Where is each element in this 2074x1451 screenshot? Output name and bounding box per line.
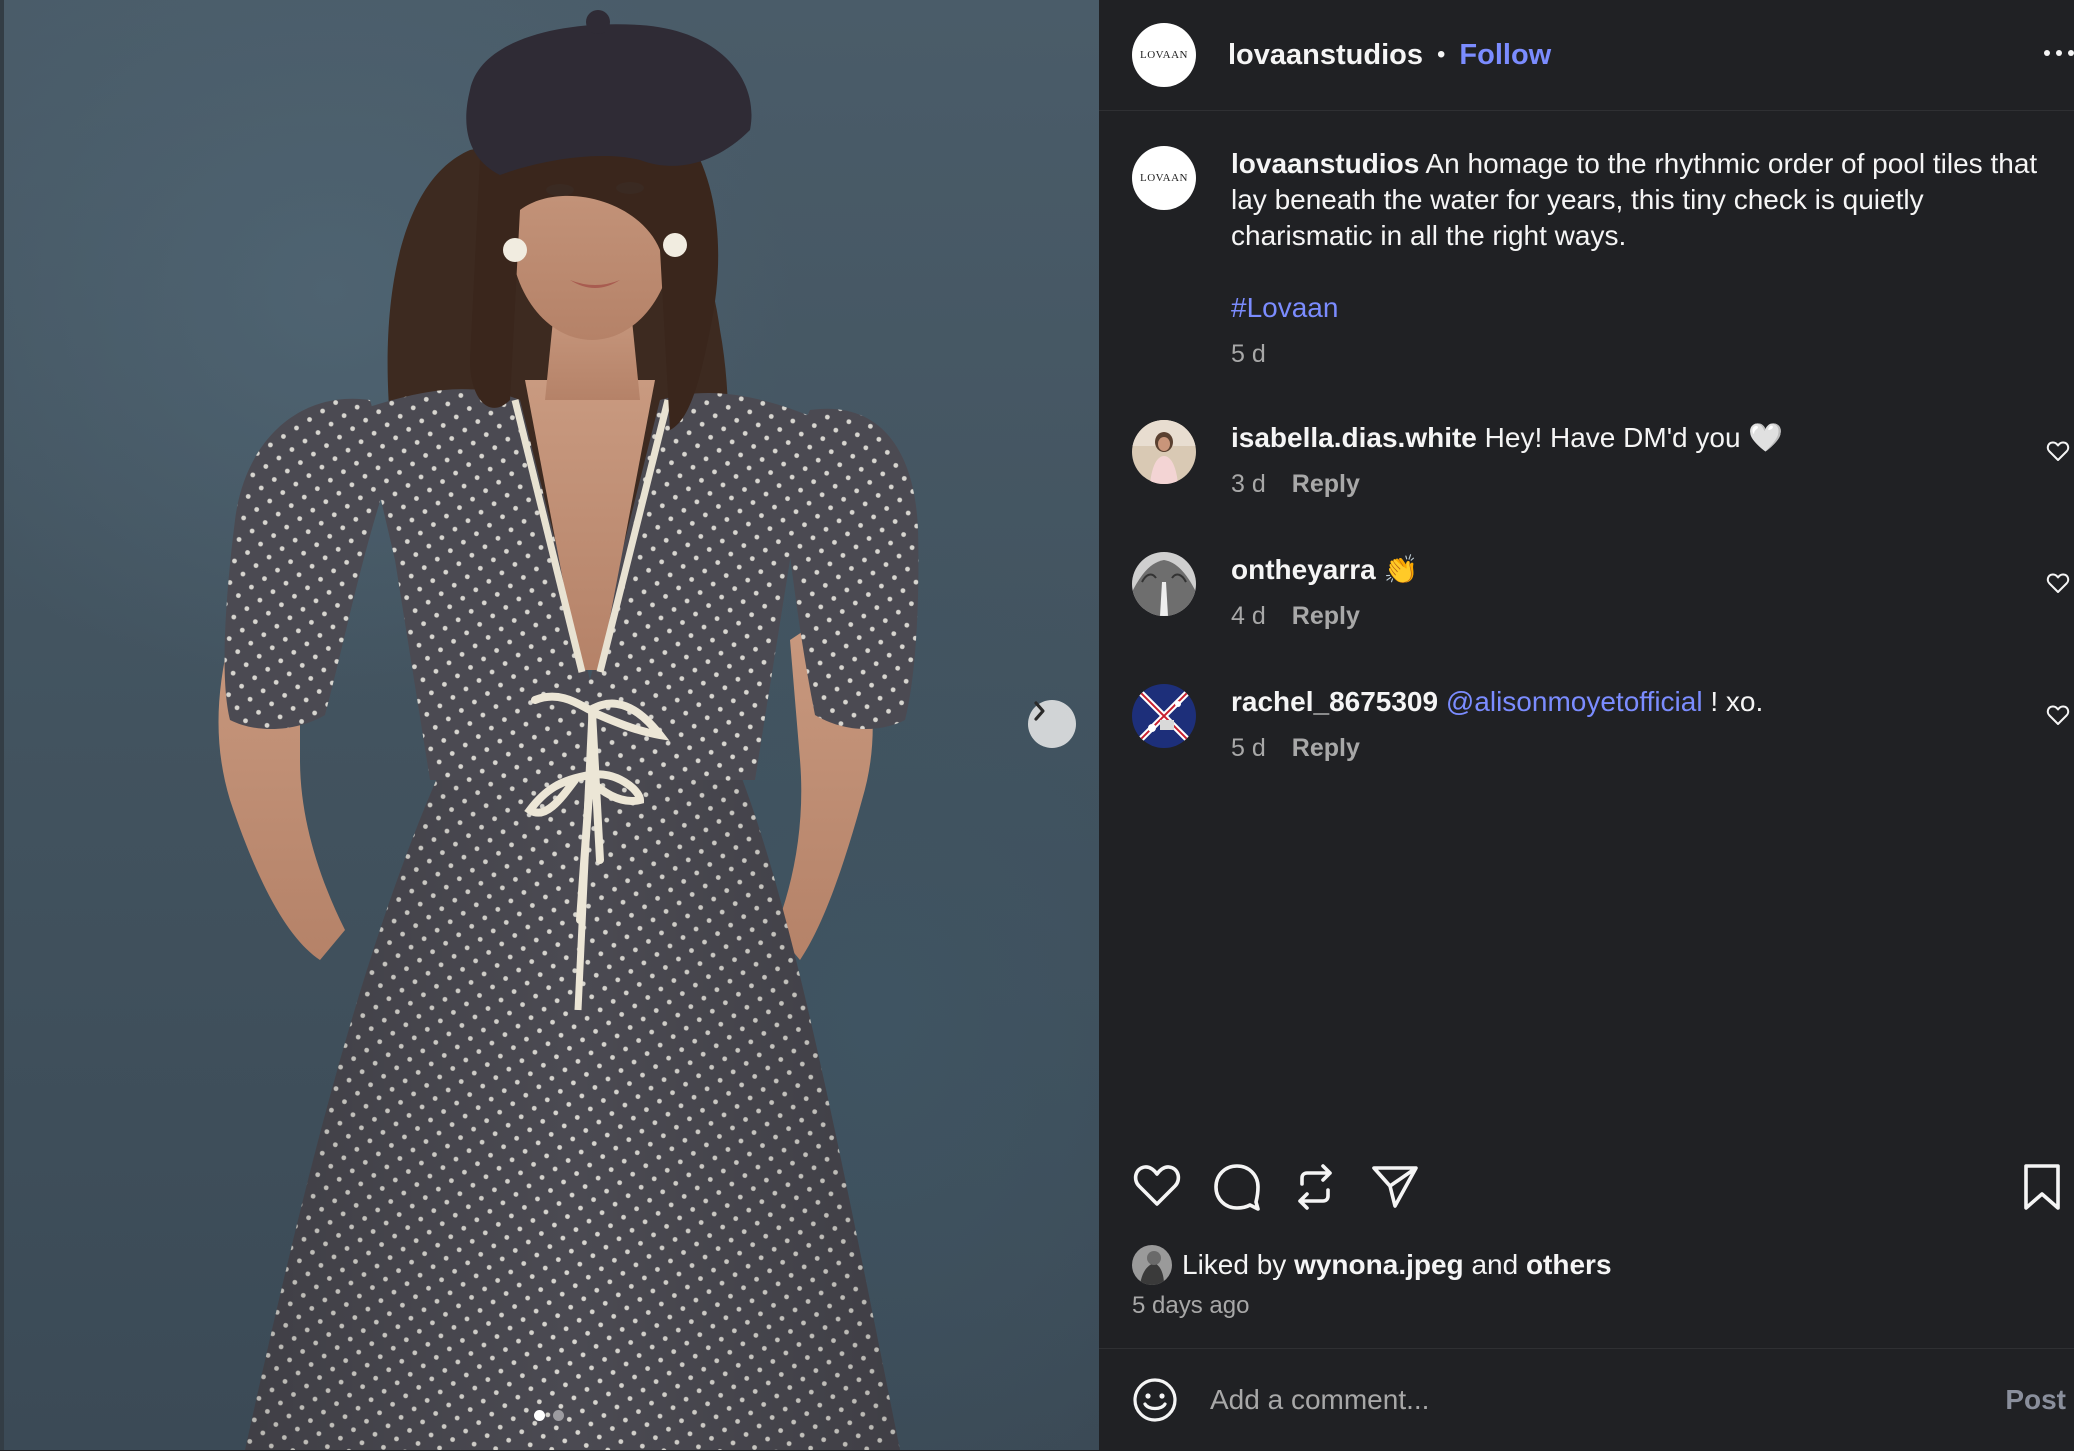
chevron-right-icon — [1034, 701, 1045, 721]
comment-username[interactable]: rachel_8675309 — [1231, 686, 1438, 717]
comment-like-icon[interactable] — [2046, 704, 2070, 726]
add-comment-bar: Post — [1099, 1348, 2074, 1451]
commenter-avatar[interactable] — [1132, 420, 1196, 484]
follow-button[interactable]: Follow — [1459, 39, 1551, 72]
comment-bubble-icon[interactable] — [1212, 1162, 1262, 1212]
commenter-avatar[interactable] — [1132, 552, 1196, 616]
comment-age: 4 d — [1231, 602, 1266, 630]
comment-item: ontheyarra 👏 4 d Reply — [1132, 552, 2074, 634]
carousel-next-button[interactable] — [1028, 700, 1076, 748]
emoji-smiley-icon[interactable] — [1132, 1377, 1178, 1423]
comment-username[interactable]: ontheyarra — [1231, 554, 1376, 585]
post-modal: LOVAAN lovaanstudios • Follow LOVAAN lov… — [0, 0, 2074, 1450]
comment-text: Hey! Have DM'd you 🤍 — [1484, 422, 1784, 453]
post-image[interactable] — [0, 0, 1099, 1450]
post-caption: LOVAAN lovaanstudios An homage to the rh… — [1132, 146, 2051, 372]
commenter-avatar[interactable] — [1132, 684, 1196, 748]
avatar-logo-text: LOVAAN — [1139, 172, 1189, 184]
like-heart-icon[interactable] — [1132, 1162, 1182, 1208]
caption-username[interactable]: lovaanstudios — [1231, 148, 1419, 179]
comment-item: isabella.dias.white Hey! Have DM'd you 🤍… — [1132, 420, 2074, 502]
comment-like-icon[interactable] — [2046, 440, 2070, 462]
comment-like-icon[interactable] — [2046, 572, 2070, 594]
save-bookmark-icon[interactable] — [2022, 1162, 2062, 1212]
share-send-icon[interactable] — [1370, 1162, 1420, 1212]
carousel-indicator — [534, 1410, 564, 1421]
caption-hashtag[interactable]: #Lovaan — [1231, 290, 2051, 326]
post-image-illustration — [0, 0, 919, 1450]
author-username[interactable]: lovaanstudios — [1228, 39, 1423, 72]
reply-button[interactable]: Reply — [1292, 466, 1360, 502]
likes-conjunction: and — [1471, 1249, 1519, 1280]
likes-summary: Liked by wynona.jpeg and others — [1132, 1245, 1612, 1285]
comment-input[interactable] — [1208, 1383, 1952, 1417]
likes-others-link[interactable]: others — [1526, 1249, 1612, 1281]
post-timestamp: 5 days ago — [1132, 1292, 1250, 1319]
post-actions — [1132, 1162, 2062, 1218]
post-comment-button[interactable]: Post — [2005, 1384, 2066, 1416]
repost-icon[interactable] — [1292, 1162, 1338, 1212]
author-avatar[interactable]: LOVAAN — [1132, 23, 1196, 87]
comment-age: 5 d — [1231, 734, 1266, 762]
carousel-dot — [534, 1410, 545, 1421]
caption-age: 5 d — [1231, 340, 1266, 368]
comment-username[interactable]: isabella.dias.white — [1231, 422, 1477, 453]
liker-avatar[interactable] — [1132, 1245, 1172, 1285]
carousel-dot — [553, 1410, 564, 1421]
comment-item: rachel_8675309 @alisonmoyetofficial ! xo… — [1132, 684, 2074, 766]
comment-age: 3 d — [1231, 470, 1266, 498]
comment-text: ! xo. — [1702, 686, 1764, 717]
post-header: LOVAAN lovaanstudios • Follow — [1099, 0, 2074, 111]
reply-button[interactable]: Reply — [1292, 730, 1360, 766]
post-sidebar: LOVAAN lovaanstudios • Follow LOVAAN lov… — [1099, 0, 2074, 1450]
comment-text: 👏 — [1383, 554, 1419, 585]
liker-username[interactable]: wynona.jpeg — [1294, 1249, 1464, 1281]
reply-button[interactable]: Reply — [1292, 598, 1360, 634]
more-options-icon[interactable] — [2044, 50, 2074, 56]
avatar-logo-text: LOVAAN — [1139, 49, 1189, 61]
comment-mention[interactable]: @alisonmoyetofficial — [1446, 686, 1703, 717]
caption-author-avatar[interactable]: LOVAAN — [1132, 146, 1196, 210]
header-separator: • — [1437, 41, 1446, 68]
likes-prefix: Liked by — [1182, 1249, 1287, 1280]
